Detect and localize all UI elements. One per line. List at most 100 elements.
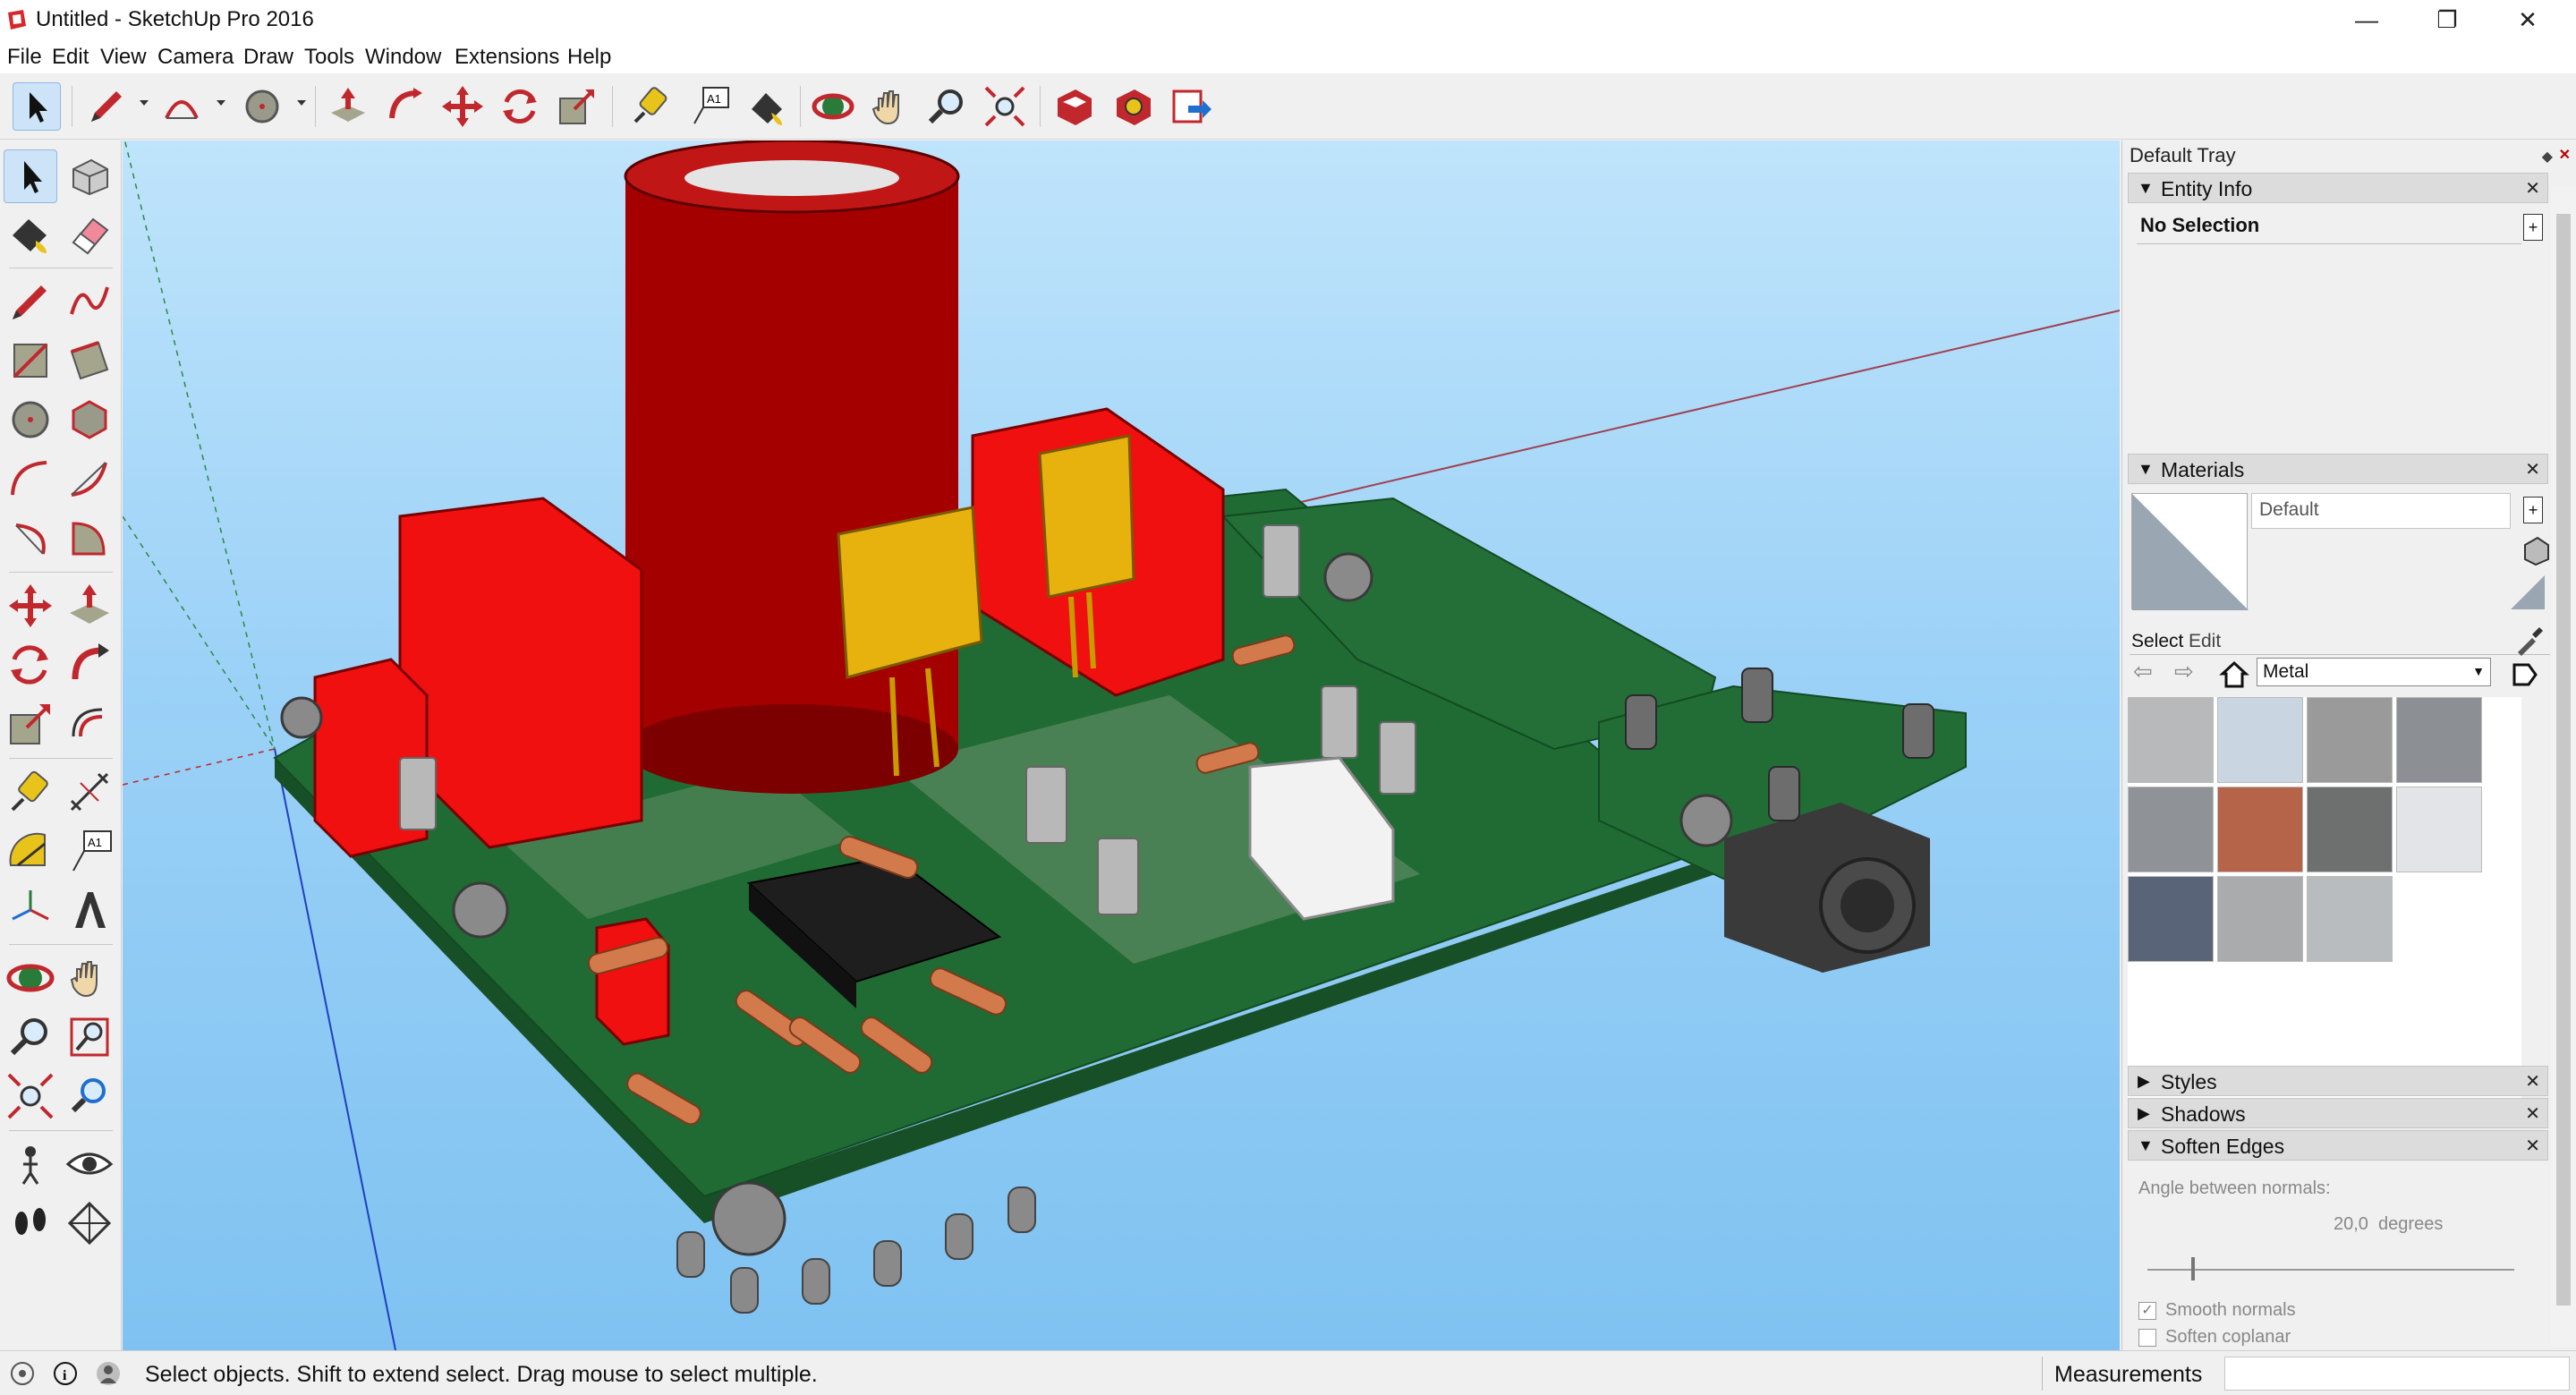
follow-me-tool-large[interactable]	[63, 638, 116, 692]
swatch-metal-7[interactable]	[2307, 787, 2393, 872]
position-camera-tool-button[interactable]	[4, 1137, 57, 1191]
material-display-icon[interactable]	[2521, 534, 2550, 566]
tape-measure-tool-button[interactable]	[626, 82, 675, 131]
pan-tool-button[interactable]	[866, 82, 914, 131]
select-tool-large[interactable]	[4, 149, 57, 203]
tray-scrollbar-thumb[interactable]	[2556, 214, 2571, 1306]
tray-pin-icon[interactable]: ◆	[2542, 148, 2553, 166]
swatch-metal-6[interactable]	[2217, 787, 2303, 872]
smooth-normals-checkbox[interactable]: ✓	[2138, 1302, 2156, 1320]
zoom-tool-large[interactable]	[4, 1010, 57, 1064]
styles-close-icon[interactable]: ✕	[2525, 1070, 2540, 1093]
arc-tool-large[interactable]	[4, 452, 57, 506]
tape-measure-tool-large[interactable]	[4, 765, 57, 819]
axes-tool-button[interactable]	[4, 883, 57, 937]
menu-extensions[interactable]: Extensions	[455, 45, 559, 70]
menu-tools[interactable]: Tools	[304, 45, 354, 70]
styles-header[interactable]: ▶ Styles ✕	[2128, 1066, 2548, 1096]
angle-slider-track[interactable]	[2147, 1269, 2514, 1271]
close-button[interactable]: ✕	[2487, 0, 2568, 41]
shadows-header[interactable]: ▶ Shadows ✕	[2128, 1098, 2548, 1128]
make-component-button[interactable]	[63, 149, 116, 203]
info-icon[interactable]: i	[52, 1360, 79, 1387]
rotate-tool-large[interactable]	[4, 638, 57, 692]
text-tool-large[interactable]: A1	[63, 824, 116, 878]
two-point-arc-tool-button[interactable]	[63, 452, 116, 506]
select-tool-button[interactable]	[13, 82, 61, 131]
move-tool-button[interactable]	[438, 82, 487, 131]
swatch-metal-3[interactable]	[2307, 697, 2393, 783]
offset-tool-button[interactable]	[63, 697, 116, 751]
material-library-select[interactable]: Metal ▼	[2257, 658, 2491, 686]
swatch-metal-10[interactable]	[2217, 876, 2303, 962]
back-arrow-icon[interactable]: ⇦	[2133, 658, 2153, 685]
pencil-tool-button[interactable]	[82, 82, 131, 131]
default-material-icon[interactable]	[2505, 570, 2548, 613]
push-pull-tool-large[interactable]	[63, 579, 116, 633]
walk-tool-button[interactable]	[4, 1196, 57, 1250]
angle-slider-thumb[interactable]	[2191, 1257, 2196, 1280]
swatch-metal-9[interactable]	[2128, 876, 2214, 962]
menu-help[interactable]: Help	[567, 45, 611, 70]
zoom-extents-tool-large[interactable]	[4, 1069, 57, 1123]
swatch-metal-5[interactable]	[2128, 787, 2214, 872]
entity-info-expand-icon[interactable]: +	[2523, 214, 2543, 241]
rectangle-tool-button[interactable]	[4, 334, 57, 387]
menu-file[interactable]: File	[7, 45, 42, 70]
eyedropper-icon[interactable]	[2512, 625, 2545, 658]
minimize-button[interactable]: —	[2326, 0, 2407, 41]
menu-draw[interactable]: Draw	[243, 45, 293, 70]
previous-view-button[interactable]	[63, 1069, 116, 1123]
three-point-arc-tool-button[interactable]	[4, 511, 57, 565]
tray-close-icon[interactable]: ✕	[2559, 146, 2571, 164]
swatch-metal-1[interactable]	[2128, 697, 2214, 783]
dimension-tool-button[interactable]	[63, 765, 116, 819]
geo-location-icon[interactable]	[9, 1360, 36, 1387]
paint-bucket-tool-button[interactable]	[743, 82, 791, 131]
zoom-extents-tool-button[interactable]	[981, 82, 1029, 131]
menu-window[interactable]: Window	[365, 45, 441, 70]
pie-tool-button[interactable]	[63, 511, 116, 565]
move-tool-large[interactable]	[4, 579, 57, 633]
eraser-tool-button[interactable]	[63, 207, 116, 260]
text-tool-button[interactable]: A1	[685, 82, 734, 131]
protractor-tool-button[interactable]	[4, 824, 57, 878]
scale-tool-button[interactable]	[553, 82, 601, 131]
select-tab[interactable]: Select	[2131, 631, 2183, 652]
extension-warehouse-button[interactable]	[1109, 82, 1158, 131]
materials-close-icon[interactable]: ✕	[2525, 458, 2540, 481]
look-around-tool-button[interactable]	[63, 1137, 116, 1191]
forward-arrow-icon[interactable]: ⇨	[2174, 658, 2194, 685]
send-to-layout-button[interactable]	[1167, 82, 1215, 131]
home-icon[interactable]	[2219, 659, 2249, 690]
swatch-metal-2[interactable]	[2217, 697, 2303, 783]
3d-warehouse-button[interactable]	[1050, 82, 1099, 131]
section-plane-tool-button[interactable]	[63, 1196, 116, 1250]
menu-view[interactable]: View	[100, 45, 147, 70]
swatch-metal-8[interactable]	[2396, 787, 2482, 872]
shadows-close-icon[interactable]: ✕	[2525, 1102, 2540, 1125]
swatch-metal-4[interactable]	[2396, 697, 2482, 783]
follow-me-tool-button[interactable]	[381, 82, 429, 131]
circle-tool-button[interactable]	[238, 82, 286, 131]
arc-tool-button[interactable]	[157, 82, 206, 131]
pan-tool-large[interactable]	[63, 951, 116, 1005]
menu-edit[interactable]: Edit	[52, 45, 89, 70]
soften-coplanar-checkbox[interactable]	[2138, 1329, 2156, 1347]
user-icon[interactable]	[95, 1360, 122, 1387]
edit-tab[interactable]: Edit	[2189, 631, 2221, 652]
line-tool-button[interactable]	[4, 275, 57, 328]
orbit-tool-large[interactable]	[4, 951, 57, 1005]
orbit-tool-button[interactable]	[809, 82, 857, 131]
entity-info-close-icon[interactable]: ✕	[2525, 177, 2540, 200]
menu-camera[interactable]: Camera	[157, 45, 234, 70]
restore-button[interactable]: ❐	[2407, 0, 2487, 41]
tray-scrollbar[interactable]	[2551, 187, 2576, 1347]
measurements-input[interactable]	[2224, 1357, 2570, 1391]
material-name-field[interactable]: Default	[2251, 493, 2511, 529]
scale-tool-large[interactable]	[4, 697, 57, 751]
soften-edges-header[interactable]: ▼ Soften Edges ✕	[2128, 1130, 2548, 1161]
drawing-viewport[interactable]	[123, 140, 2120, 1350]
rotate-tool-button[interactable]	[496, 82, 544, 131]
materials-header[interactable]: ▼ Materials ✕	[2128, 454, 2548, 484]
